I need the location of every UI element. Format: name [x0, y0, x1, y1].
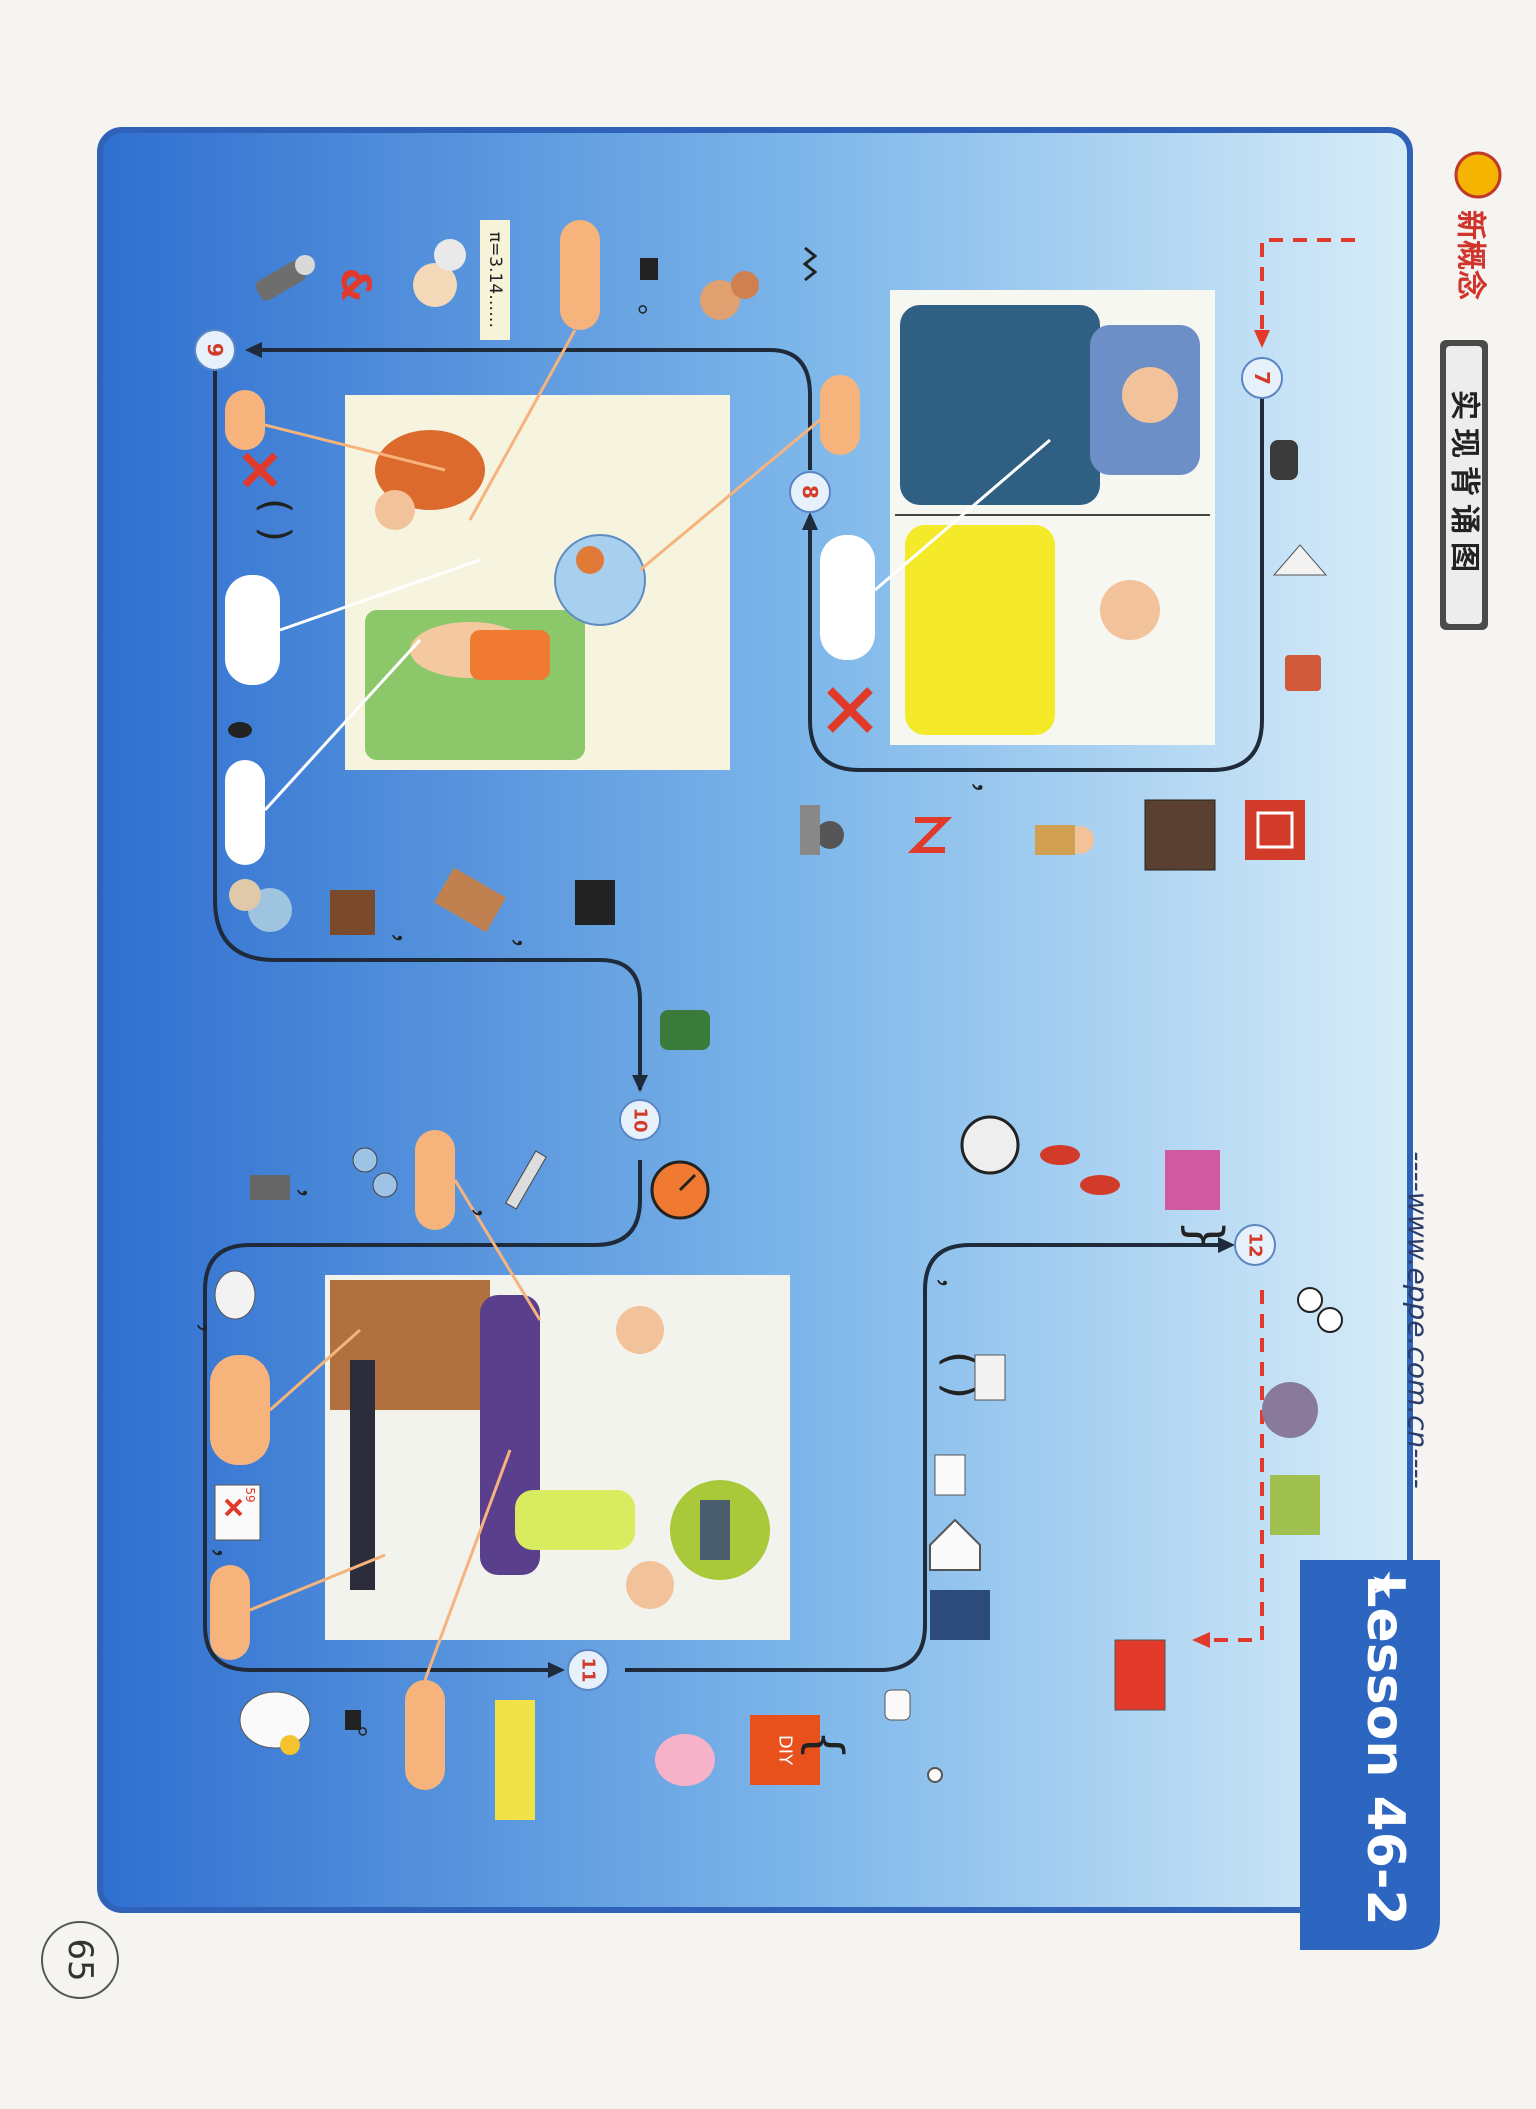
brace-mark-1: }	[1177, 1220, 1233, 1251]
dancer-figure-icon	[1035, 825, 1094, 855]
step-number-12: 12	[1245, 1232, 1266, 1257]
lesson-title: Lesson 46-2	[1355, 1574, 1415, 1925]
comma-mark-8: ，	[934, 1276, 967, 1304]
header-brand: 新概念	[1453, 151, 1502, 300]
answer-bubble-4	[415, 1130, 455, 1230]
section-title-box: 实现背诵图	[1440, 340, 1488, 630]
mouse-icon	[228, 722, 252, 738]
pointing-hand-icon	[884, 1689, 911, 1721]
ghost-icon	[214, 1270, 256, 1320]
piggy-bank-icon	[655, 1734, 715, 1786]
workbook-page: 65 Lesson 46-2 ★ ----www.eppe.com.cn----…	[41, 127, 1502, 1999]
angry-face-icon	[1262, 1382, 1318, 1438]
answer-bubble-6	[210, 1565, 250, 1660]
woman-knitting-icon	[330, 890, 375, 935]
graduation-cap-icon	[640, 258, 658, 280]
family-split-icon	[1270, 1475, 1320, 1535]
comma-mark-2: ，	[389, 931, 422, 959]
exit-sign-icon	[1245, 800, 1305, 860]
comma-mark-1: ，	[968, 780, 1003, 810]
step-number-8: 8	[798, 485, 822, 499]
brand-name: 新概念	[1453, 210, 1488, 300]
rolled-notes-icon	[1285, 655, 1321, 691]
period-mark-2: 。	[354, 1726, 387, 1754]
paren-icon-1: ( )	[252, 498, 298, 542]
clock-icon	[650, 1160, 710, 1220]
svg-text:π=3.14……: π=3.14……	[485, 232, 505, 328]
brace-mark-2: {	[797, 1730, 853, 1761]
star-icon: ★	[1365, 1569, 1406, 1601]
hand-weaving-icon	[1270, 440, 1298, 480]
small-circle-icon	[927, 1767, 943, 1783]
step-number-9: 9	[203, 343, 227, 357]
answer-bubble-7	[405, 1680, 445, 1790]
chair-figure-icon	[575, 880, 615, 925]
score-59-label: 59	[243, 1487, 257, 1502]
bin-icon	[934, 1454, 966, 1496]
comma-mark-6: ，	[194, 1321, 227, 1349]
step-number-11: 11	[578, 1657, 599, 1682]
speaking-card-icon	[1165, 1150, 1220, 1210]
illustration-magnifier-scene	[325, 1275, 790, 1640]
illustration-two-men	[890, 290, 1215, 745]
svg-text:65: 65	[60, 1938, 100, 1981]
step-number-10: 10	[630, 1107, 651, 1132]
website-url: ----www.eppe.com.cn----	[1402, 1151, 1435, 1488]
ampersand-icon: &	[332, 268, 378, 303]
comma-mark-5: ，	[469, 1206, 502, 1234]
answer-bubble-5	[210, 1355, 270, 1465]
answer-bubble-white-1	[225, 575, 280, 685]
answer-bubble-white-3	[820, 535, 875, 660]
answer-bubble-white-2	[225, 760, 265, 865]
book-icon	[1114, 1639, 1166, 1711]
lesson-tab: Lesson 46-2 ★	[1300, 1560, 1440, 1950]
climbing-figure-icon	[974, 1354, 1006, 1401]
diy-label: DIY	[775, 1735, 796, 1766]
pi-formula-label: π=3.14……	[480, 220, 510, 340]
section-title: 实现背诵图	[1447, 390, 1482, 580]
answer-bubble-3	[820, 375, 860, 455]
comma-mark-7: ，	[209, 1546, 242, 1574]
pipe-icon	[250, 1175, 290, 1200]
answer-bubble-1	[560, 220, 600, 330]
chair-transform-icon	[495, 1700, 535, 1820]
period-mark-1: 。	[634, 304, 667, 332]
illustration-sofa-scene	[345, 395, 730, 770]
step-number-7: 7	[1250, 371, 1274, 385]
comma-mark-4: ，	[294, 1186, 327, 1214]
pointing-clock-icon	[960, 1115, 1020, 1175]
page-number: 65	[41, 1921, 119, 1999]
suitcase-icon	[1144, 799, 1216, 871]
motorbike-icon	[660, 1010, 710, 1050]
comma-mark-3: ，	[509, 936, 542, 964]
policemen-icon	[930, 1590, 990, 1640]
